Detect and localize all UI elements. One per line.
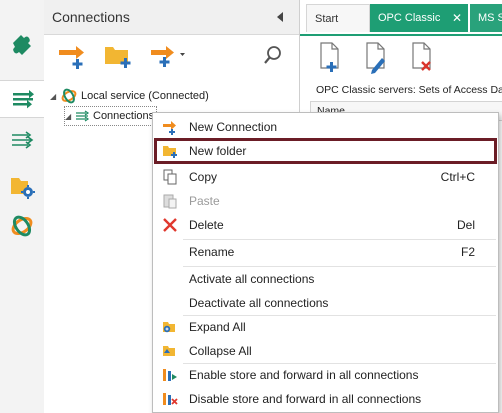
menu-item-label: Rename — [189, 245, 235, 259]
document-tabs: Start OPC Classic ✕ MS SQ — [300, 4, 502, 36]
menu-item-expand-all[interactable]: Expand All — [154, 316, 497, 338]
menu-item-shortcut: Ctrl+C — [440, 170, 475, 184]
menu-item-delete[interactable]: Delete Del — [154, 214, 497, 236]
expand-toggle-icon[interactable]: ◢ — [65, 112, 75, 121]
new-connection-dropdown-button[interactable] — [148, 39, 190, 71]
tree-node-label: Local service (Connected) — [81, 90, 209, 102]
menu-item-collapse-all[interactable]: Collapse All — [154, 340, 497, 362]
tree-node-connections[interactable]: ◢ Connections — [64, 106, 158, 126]
menu-item-label: Delete — [189, 218, 224, 232]
menu-item-label: Activate all connections — [189, 272, 315, 286]
rail-item-routing[interactable] — [0, 122, 44, 158]
tab-start[interactable]: Start — [306, 4, 370, 32]
menu-item-rename[interactable]: Rename F2 — [154, 241, 497, 263]
context-menu: New Connection New folder Copy Ctrl+C Pa… — [152, 112, 499, 413]
service-icon — [61, 88, 77, 104]
menu-item-label: Expand All — [189, 320, 246, 334]
routing-icon — [12, 131, 34, 149]
paste-icon — [162, 193, 178, 209]
panel-title: Connections — [52, 9, 130, 25]
menu-item-label: Disable store and forward in all connect… — [189, 392, 422, 406]
servers-subtitle: OPC Classic servers: Sets of Access Da — [316, 84, 502, 96]
folder-gear-icon — [11, 178, 35, 199]
menu-item-shortcut: Del — [456, 218, 475, 232]
menu-item-label: New folder — [189, 144, 247, 158]
new-connection-icon — [162, 119, 178, 135]
puzzle-icon — [13, 35, 31, 55]
menu-item-paste[interactable]: Paste — [154, 190, 497, 212]
tree-node-local-service[interactable]: ◢ Local service (Connected) — [50, 87, 209, 105]
new-folder-button[interactable] — [100, 39, 136, 71]
menu-item-label: Enable store and forward in all connecti… — [189, 368, 419, 382]
tab-ms-sql[interactable]: MS SQ — [470, 4, 502, 32]
delete-document-icon — [412, 42, 431, 71]
new-connection-dropdown-icon — [151, 46, 185, 67]
menu-item-new-folder[interactable]: New folder — [154, 138, 497, 164]
connections-icon — [76, 110, 90, 122]
tab-label: OPC Classic — [378, 12, 441, 24]
rail-item-modules[interactable] — [0, 26, 44, 62]
rail-item-storage[interactable] — [0, 168, 44, 204]
new-folder-icon — [105, 47, 131, 68]
menu-item-shortcut: F2 — [460, 245, 475, 259]
menu-item-label: New Connection — [189, 120, 278, 134]
tree-node-label: Connections — [93, 110, 155, 122]
collapse-panel-icon[interactable] — [277, 12, 283, 22]
search-button[interactable] — [258, 39, 288, 71]
expand-toggle-icon[interactable]: ◢ — [50, 92, 60, 101]
menu-item-copy[interactable]: Copy Ctrl+C — [154, 166, 497, 188]
collapse-all-icon — [162, 343, 178, 359]
menu-item-deactivate-all[interactable]: Deactivate all connections — [154, 292, 497, 314]
disable-store-icon — [162, 391, 178, 407]
delete-icon — [162, 217, 178, 233]
rail-item-connections[interactable] — [0, 80, 45, 118]
menu-item-label: Paste — [189, 194, 220, 208]
menu-item-new-connection[interactable]: New Connection — [154, 116, 497, 138]
menu-separator — [183, 239, 496, 240]
search-icon — [264, 46, 281, 64]
panel-toolbar — [44, 35, 299, 77]
add-server-button[interactable] — [316, 40, 346, 76]
new-connection-button[interactable] — [54, 39, 90, 71]
delete-server-button[interactable] — [408, 40, 438, 76]
new-folder-icon — [162, 143, 178, 159]
enable-store-icon — [162, 367, 178, 383]
rail-item-links[interactable] — [0, 208, 44, 244]
new-connection-icon — [59, 46, 84, 69]
menu-item-label: Deactivate all connections — [189, 296, 329, 310]
edit-document-icon — [366, 42, 385, 74]
expand-all-icon — [162, 319, 178, 335]
tab-opc-classic[interactable]: OPC Classic ✕ — [370, 4, 468, 32]
menu-item-label: Collapse All — [189, 344, 252, 358]
menu-item-disable-store-forward[interactable]: Disable store and forward in all connect… — [154, 388, 497, 410]
menu-item-activate-all[interactable]: Activate all connections — [154, 268, 497, 290]
menu-separator — [183, 266, 496, 267]
left-rail — [0, 0, 45, 413]
copy-icon — [162, 169, 178, 185]
link-ring-icon — [11, 215, 33, 237]
panel-header: Connections — [44, 0, 299, 35]
new-document-icon — [320, 42, 339, 72]
edit-server-button[interactable] — [362, 40, 392, 76]
menu-item-enable-store-forward[interactable]: Enable store and forward in all connecti… — [154, 364, 497, 386]
close-tab-icon[interactable]: ✕ — [452, 4, 462, 32]
connections-icon — [12, 90, 34, 109]
menu-item-label: Copy — [189, 170, 218, 184]
